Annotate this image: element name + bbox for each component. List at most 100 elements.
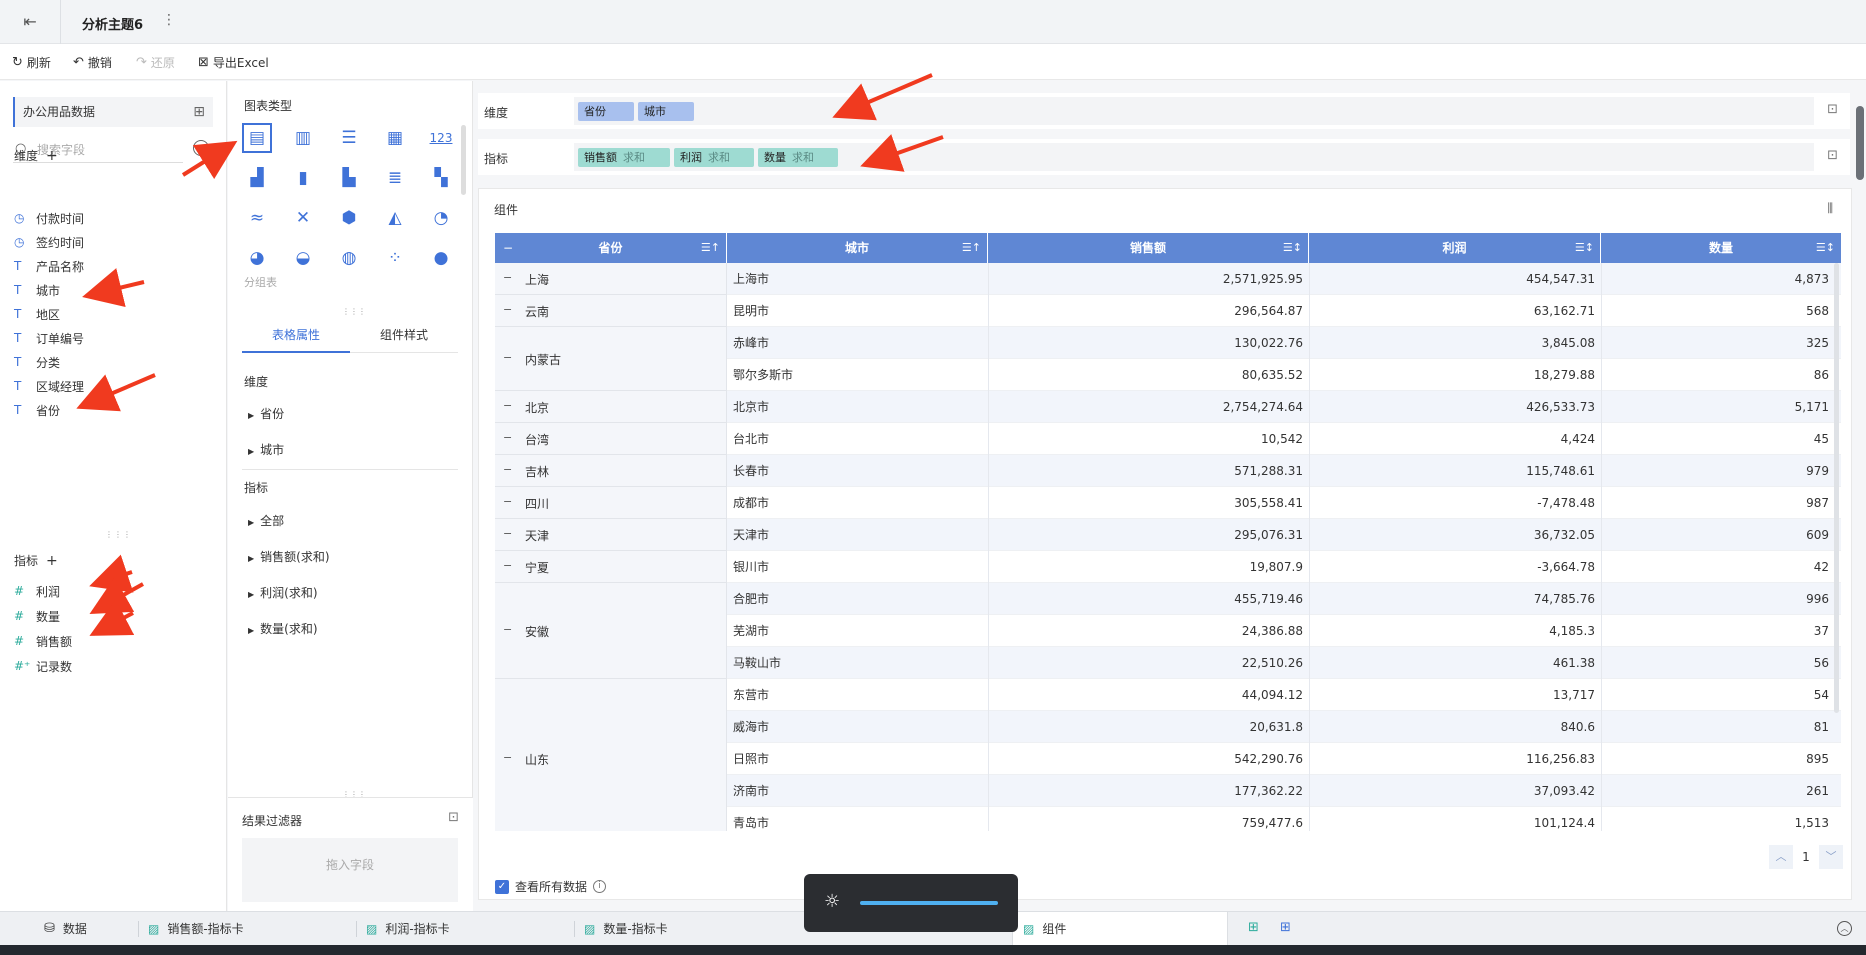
more-icon[interactable]: ⋮	[162, 12, 176, 28]
more-options-icon[interactable]: ···	[193, 140, 209, 156]
dimension-field[interactable]: T 城市	[14, 280, 60, 300]
column-header-profit[interactable]: 利润 ☰↕	[1309, 233, 1601, 263]
metric-field[interactable]: #⁺ 记录数	[14, 656, 72, 676]
gauge-chart-icon[interactable]: ◔	[426, 203, 456, 233]
export-excel-button[interactable]: ⊠ 导出Excel	[198, 53, 269, 71]
lock-icon[interactable]: ⊡	[448, 810, 459, 825]
collapse-icon[interactable]: −	[503, 528, 513, 539]
dimension-field[interactable]: T 分类	[14, 352, 60, 372]
area-chart-icon[interactable]: ◭	[380, 203, 410, 233]
waterfall-chart-icon[interactable]: ▚	[426, 163, 456, 193]
chevron-up-icon[interactable]: ︿	[1837, 921, 1852, 936]
column-header-city[interactable]: 城市 ☰↑	[727, 233, 988, 263]
refresh-button[interactable]: ↻ 刷新	[12, 53, 51, 71]
brightness-slider[interactable]	[860, 901, 998, 905]
bubble-chart-icon[interactable]: ●	[426, 243, 456, 273]
dimension-pill[interactable]: 城市	[638, 102, 694, 121]
multi-line-chart-icon[interactable]: ✕	[288, 203, 318, 233]
collapse-icon[interactable]: −	[503, 233, 513, 263]
stacked-bar-chart-icon[interactable]: ▟	[242, 163, 272, 193]
collapse-icon[interactable]: −	[503, 496, 513, 507]
collapse-icon[interactable]: −	[503, 752, 513, 763]
redo-button[interactable]: ↷ 还原	[136, 53, 175, 71]
collapse-icon[interactable]: −	[503, 272, 513, 283]
add-component-icon[interactable]: ⊞	[1248, 920, 1259, 935]
treemap-chart-icon[interactable]: ▦	[380, 123, 410, 153]
sort-icon[interactable]: ☰↑	[701, 233, 720, 263]
prev-page-icon[interactable]: ︿	[1769, 845, 1793, 869]
info-icon[interactable]: i	[593, 880, 607, 893]
dimension-prop-item[interactable]: ▶ 省份	[248, 405, 284, 422]
dataset-selector[interactable]: 办公用品数据 ⊞	[13, 97, 213, 127]
switch-dataset-icon[interactable]: ⊞	[193, 97, 205, 127]
table-scrollbar[interactable]	[1834, 263, 1839, 713]
dimension-field[interactable]: T 订单编号	[14, 328, 84, 348]
collapse-icon[interactable]: −	[503, 432, 513, 443]
grouped-bar-chart-icon[interactable]: ▮	[288, 163, 318, 193]
column-header-quantity[interactable]: 数量 ☰↕	[1601, 233, 1841, 263]
rose-chart-icon[interactable]: ◒	[288, 243, 318, 273]
group-table-chart-icon[interactable]: ▤	[242, 123, 272, 153]
ring-chart-icon[interactable]: ◍	[334, 243, 364, 273]
add-metric-icon[interactable]: +	[46, 553, 58, 569]
tab-table-properties[interactable]: 表格属性	[242, 317, 350, 353]
dimension-drop-zone[interactable]: 省份 城市	[574, 97, 1814, 125]
sheet-tab[interactable]: ▨ 数量-指标卡	[584, 912, 668, 946]
sort-icon[interactable]: ☰↕	[1816, 233, 1835, 263]
dimension-field[interactable]: ◷ 签约时间	[14, 232, 84, 252]
tab-component-style[interactable]: 组件样式	[350, 317, 458, 353]
number-card-chart-icon[interactable]: 123	[426, 123, 456, 153]
metric-prop-item[interactable]: ▶ 利润(求和)	[248, 584, 318, 601]
column-header-province[interactable]: − 省份 ☰↑	[495, 233, 727, 263]
panel-drag-handle[interactable]: ⋮⋮⋮	[105, 530, 131, 539]
collapse-icon[interactable]: −	[503, 400, 513, 411]
collapse-icon[interactable]: −	[503, 352, 513, 363]
metric-prop-item[interactable]: ▶ 销售额(求和)	[248, 548, 330, 565]
metric-prop-item[interactable]: ▶ 全部	[248, 512, 284, 529]
scatter-chart-icon[interactable]: ⁘	[380, 243, 410, 273]
collapse-icon[interactable]: −	[503, 464, 513, 475]
metric-pill[interactable]: 利润 求和	[674, 148, 754, 167]
column-chart-icon[interactable]: ▙	[334, 163, 364, 193]
add-dimension-icon[interactable]: +	[46, 148, 58, 164]
column-header-sales[interactable]: 销售额 ☰↕	[988, 233, 1309, 263]
sort-icon[interactable]: ☰↑	[962, 233, 981, 263]
config-drag-handle[interactable]: ⋮⋮⋮	[342, 307, 366, 316]
metric-field[interactable]: # 数量	[14, 606, 60, 626]
detail-table-chart-icon[interactable]: ☰	[334, 123, 364, 153]
sheet-tab[interactable]: ▨ 利润-指标卡	[366, 912, 450, 946]
metric-field[interactable]: # 利润	[14, 581, 60, 601]
search-input[interactable]	[37, 140, 177, 160]
metric-pill[interactable]: 销售额 求和	[578, 148, 670, 167]
column-settings-icon[interactable]: ⫼	[1827, 201, 1833, 216]
sort-icon[interactable]: ☰↕	[1575, 233, 1594, 263]
collapse-icon[interactable]: −	[503, 560, 513, 571]
add-dashboard-icon[interactable]: ⊞	[1280, 920, 1291, 935]
checkbox-checked-icon[interactable]: ✓	[495, 879, 509, 894]
show-all-data-toggle[interactable]: ✓ 查看所有数据 i	[495, 878, 607, 895]
collapse-icon[interactable]: −	[503, 304, 513, 315]
next-page-icon[interactable]: ﹀	[1819, 845, 1843, 869]
chart-type-scrollbar[interactable]	[461, 125, 466, 195]
metric-prop-item[interactable]: ▶ 数量(求和)	[248, 620, 318, 637]
lock-icon[interactable]: ⊡	[1827, 102, 1838, 117]
dimension-field[interactable]: T 区域经理	[14, 376, 84, 396]
lock-icon[interactable]: ⊡	[1827, 148, 1838, 163]
page-scrollbar[interactable]	[1856, 106, 1864, 180]
metric-drop-zone[interactable]: 销售额 求和 利润 求和 数量 求和	[574, 143, 1814, 171]
metric-field[interactable]: # 销售额	[14, 631, 72, 651]
dimension-field[interactable]: T 产品名称	[14, 256, 84, 276]
sheet-tab-data[interactable]: ⛁ 数据	[44, 912, 87, 946]
dimension-field[interactable]: T 地区	[14, 304, 60, 324]
cross-table-chart-icon[interactable]: ▥	[288, 123, 318, 153]
sort-icon[interactable]: ☰↕	[1283, 233, 1302, 263]
sheet-tab[interactable]: ▨ 销售额-指标卡	[148, 912, 244, 946]
metric-pill[interactable]: 数量 求和	[758, 148, 838, 167]
dimension-prop-item[interactable]: ▶ 城市	[248, 441, 284, 458]
line-chart-icon[interactable]: ≈	[242, 203, 272, 233]
exit-icon[interactable]: ⇤	[18, 10, 42, 34]
radar-chart-icon[interactable]: ⬢	[334, 203, 364, 233]
sheet-tab-active[interactable]: ▨ 组件	[1012, 912, 1228, 946]
collapse-icon[interactable]: −	[503, 624, 513, 635]
dimension-field[interactable]: T 省份	[14, 400, 60, 420]
